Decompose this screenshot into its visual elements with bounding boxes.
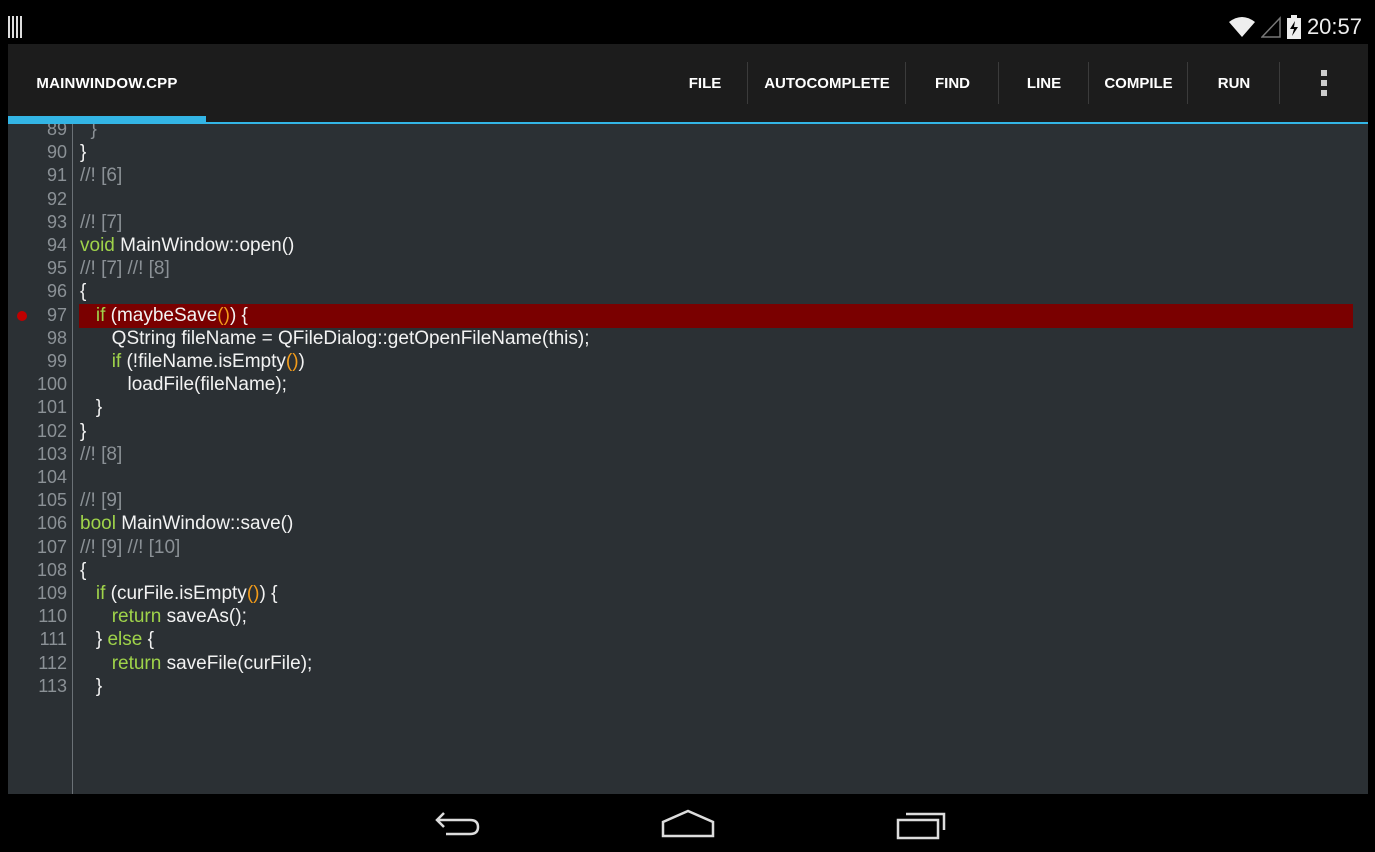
code-line[interactable]: 109 if (curFile.isEmpty()) { [8,582,1368,605]
line-number: 91 [46,165,67,186]
code-line[interactable]: 91 //! [6] [8,164,1368,187]
code-line[interactable]: 112 return saveFile(curFile); [8,652,1368,675]
code-text: } [80,675,103,697]
code-text: //! [6] [80,165,123,187]
line-number: 96 [46,281,67,302]
code-text: if (maybeSave()) { [95,304,248,326]
code-line[interactable]: 100 loadFile(fileName); [8,373,1368,396]
code-line[interactable]: 98 QString fileName = QFileDialog::getOp… [8,327,1368,350]
code-text: } [80,142,87,164]
code-text: } else { [80,629,154,651]
code-line[interactable]: 106 bool MainWindow::save() [8,512,1368,535]
code-text: return saveFile(curFile); [111,652,313,674]
autocomplete-button[interactable]: AUTOCOMPLETE [748,44,906,122]
code-line[interactable]: 102} [8,420,1368,443]
code-editor[interactable]: 89 } 90} 91//! [6] 92 93//! [7] 94 void MainWi… [8,124,1368,794]
tab-mainwindow-cpp[interactable]: MAINWINDOW.CPP [8,44,206,122]
barcode-icon [8,16,22,38]
code-line[interactable]: 93 //! [7] [8,211,1368,234]
status-time: 20:57 [1306,14,1362,39]
code-text: } [80,124,97,140]
status-bar: 20:57 [8,8,1368,44]
home-icon[interactable] [658,806,718,842]
back-icon[interactable] [426,806,486,842]
code-text: //! [9] //! [10] [80,536,181,558]
tab-indicator [8,116,206,122]
line-number: 113 [38,675,67,696]
line-number: 104 [36,467,67,487]
line-number: 105 [36,490,67,511]
line-number: 92 [46,188,67,209]
action-buttons: FILE AUTOCOMPLETE FIND LINE COMPILE RUN [662,44,1368,122]
code-line[interactable]: 110 return saveAs(); [8,605,1368,628]
code-line[interactable]: 103 //! [8] [8,443,1368,466]
line-number: 99 [46,351,67,371]
line-number: 110 [38,606,67,627]
line-button[interactable]: LINE [999,44,1089,122]
line-number: 98 [46,327,67,348]
code-line[interactable]: 101 } [8,396,1368,419]
code-text: //! [7] [80,211,123,233]
file-button[interactable]: FILE [662,44,748,122]
overflow-menu-icon[interactable] [1280,44,1368,122]
code-line[interactable]: 113 } [8,675,1368,698]
code-line[interactable]: 107 //! [9] //! [10] [8,536,1368,559]
code-line[interactable]: 105 //! [9] [8,489,1368,512]
code-text: if (!fileName.isEmpty()) [111,351,305,372]
code-line-breakpoint[interactable]: 97 if (maybeSave()) { [8,303,1368,328]
line-number: 103 [36,443,67,464]
code-text: { [80,281,87,303]
line-number: 101 [36,397,67,418]
code-line[interactable]: 95 //! [7] //! [8] [8,257,1368,280]
battery-charging-icon [1286,15,1301,39]
line-number: 100 [36,374,67,395]
navigation-bar [8,794,1368,852]
line-number: 97 [46,304,67,325]
compile-button[interactable]: COMPILE [1089,44,1188,122]
code-text: if (curFile.isEmpty()) { [95,583,278,604]
line-number: 108 [36,559,67,580]
code-text: //! [8] [80,443,123,465]
signal-icon [1260,16,1281,38]
run-button[interactable]: RUN [1188,44,1280,122]
code-line[interactable]: 94 void MainWindow::open() [8,234,1368,257]
line-number: 94 [46,235,67,255]
wifi-icon [1228,17,1255,37]
line-number: 95 [46,258,67,279]
line-number: 102 [36,420,67,441]
code-text: //! [9] [80,490,123,512]
code-line[interactable]: 108 { [8,559,1368,582]
code-text: bool MainWindow::save() [80,513,294,535]
line-number: 111 [39,629,67,650]
code-line[interactable]: 111 } else { [8,628,1368,651]
find-button[interactable]: FIND [906,44,999,122]
code-line[interactable]: 89 } [8,124,1368,141]
code-text: //! [7] //! [8] [80,258,170,280]
line-number: 89 [46,124,67,139]
action-bar: MAINWINDOW.CPP FILE AUTOCOMPLETE FIND LI… [8,44,1368,124]
code-text: void MainWindow::open() [80,235,295,256]
code-line[interactable]: 92 [8,188,1368,211]
line-number: 106 [36,513,67,534]
code-text: } [80,397,103,419]
line-number: 112 [38,652,67,673]
line-number: 107 [36,536,67,557]
line-number: 90 [46,142,67,163]
recent-apps-icon[interactable] [892,806,952,842]
code-line[interactable]: 99 if (!fileName.isEmpty()) [8,350,1368,373]
code-text: return saveAs(); [111,606,247,628]
line-highlight [79,303,1353,328]
code-line[interactable]: 104 [8,466,1368,489]
code-line[interactable]: 96 { [8,280,1368,303]
line-number: 93 [46,211,67,232]
code-line[interactable]: 90} [8,141,1368,164]
code-text: { [80,559,87,581]
code-text: } [80,420,87,442]
code-text: QString fileName = QFileDialog::getOpenF… [80,327,590,349]
code-text: loadFile(fileName); [80,374,287,396]
line-number: 109 [36,583,67,603]
